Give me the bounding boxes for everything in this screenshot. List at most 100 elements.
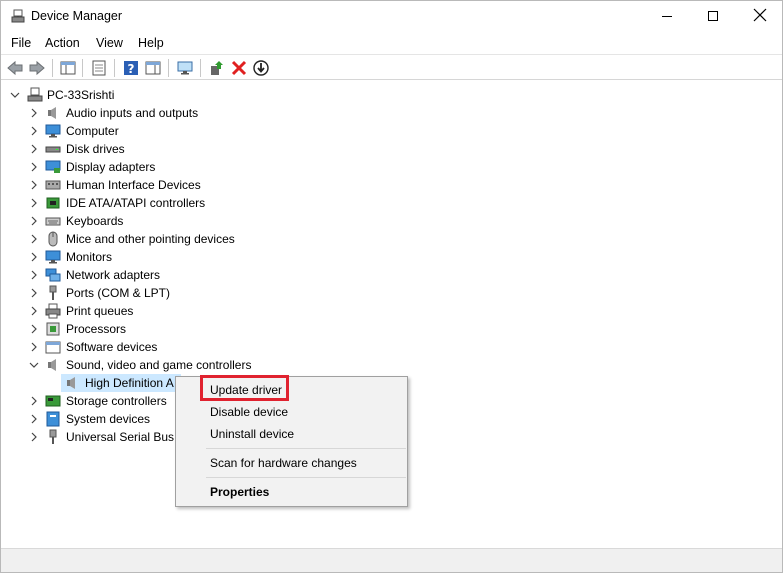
chevron-right-icon[interactable] [29, 180, 39, 190]
properties-icon[interactable] [90, 59, 108, 77]
monitor-scan-icon[interactable] [176, 59, 194, 77]
category-label: Processors [66, 322, 127, 336]
chevron-right-icon[interactable] [29, 324, 39, 334]
menu-item-label: Disable device [210, 405, 289, 419]
tree-category[interactable]: Display adapters [1, 158, 401, 176]
menu-item-scan-hardware[interactable]: Scan for hardware changes [176, 452, 407, 474]
chevron-right-icon[interactable] [29, 342, 39, 352]
tree-category-expanded[interactable]: Sound, video and game controllers [1, 356, 401, 374]
chevron-right-icon[interactable] [29, 198, 39, 208]
category-label: Ports (COM & LPT) [66, 286, 171, 300]
menu-item-properties[interactable]: Properties [176, 481, 407, 503]
chevron-right-icon[interactable] [29, 234, 39, 244]
minimize-icon [662, 16, 672, 17]
tree-category[interactable]: Network adapters [1, 266, 401, 284]
chevron-right-icon[interactable] [29, 396, 39, 406]
menu-action[interactable]: Action [45, 36, 80, 50]
update-driver-icon[interactable] [208, 59, 226, 77]
menu-view[interactable]: View [96, 36, 123, 50]
device-manager-window: Device Manager File Action View Help ? P… [0, 0, 783, 573]
back-arrow-icon[interactable] [6, 59, 24, 77]
tree-root[interactable]: PC-33Srishti [1, 86, 401, 104]
forward-arrow-icon[interactable] [28, 59, 46, 77]
processor-icon [46, 322, 60, 336]
tree-category[interactable]: Processors [1, 320, 401, 338]
system-device-icon [46, 411, 60, 427]
disable-device-icon[interactable] [252, 59, 270, 77]
monitor-icon [45, 250, 61, 264]
category-label: Print queues [66, 304, 134, 318]
menu-item-label: Properties [210, 485, 270, 499]
toolbar-separator [200, 59, 201, 77]
category-label: Disk drives [66, 142, 125, 156]
chevron-right-icon[interactable] [29, 306, 39, 316]
chevron-down-icon[interactable] [29, 360, 39, 370]
toolbar: ? [1, 54, 782, 80]
speaker-icon [67, 377, 75, 389]
maximize-icon [708, 11, 718, 21]
device-manager-icon [11, 9, 25, 23]
menu-separator [206, 448, 406, 449]
chevron-right-icon[interactable] [29, 126, 39, 136]
toolbar-separator [168, 59, 169, 77]
help-icon[interactable]: ? [122, 59, 140, 77]
tree-category[interactable]: Keyboards [1, 212, 401, 230]
toolbar-separator [114, 59, 115, 77]
minimize-button[interactable] [644, 1, 690, 31]
category-label: Monitors [66, 250, 113, 264]
tree-category[interactable]: Computer [1, 122, 401, 140]
speaker-icon [48, 359, 56, 371]
speaker-icon [48, 107, 56, 119]
ide-controller-icon [46, 197, 60, 209]
mouse-icon [48, 231, 58, 247]
category-label: Computer [66, 124, 119, 138]
menu-item-label: Uninstall device [210, 427, 295, 441]
tree-category[interactable]: Mice and other pointing devices [1, 230, 401, 248]
close-button[interactable] [736, 1, 782, 31]
uninstall-device-icon[interactable] [230, 59, 248, 77]
title-bar: Device Manager [1, 1, 782, 31]
computer-root-icon [27, 87, 43, 102]
hid-icon [45, 180, 61, 190]
device-label: High Definition A [85, 376, 174, 390]
chevron-right-icon[interactable] [29, 144, 39, 154]
chevron-down-icon[interactable] [10, 90, 20, 100]
action-pane-icon[interactable] [144, 59, 162, 77]
display-adapter-icon [45, 160, 61, 173]
keyboard-icon [45, 217, 61, 226]
category-label: Human Interface Devices [66, 178, 201, 192]
menu-file[interactable]: File [11, 36, 31, 50]
category-label: IDE ATA/ATAPI controllers [66, 196, 206, 210]
chevron-right-icon[interactable] [29, 162, 39, 172]
chevron-right-icon[interactable] [29, 252, 39, 262]
tree-category[interactable]: Software devices [1, 338, 401, 356]
menu-item-disable-device[interactable]: Disable device [176, 401, 407, 423]
maximize-button[interactable] [690, 1, 736, 31]
chevron-right-icon[interactable] [29, 270, 39, 280]
chevron-right-icon[interactable] [29, 414, 39, 424]
menu-item-uninstall-device[interactable]: Uninstall device [176, 423, 407, 445]
show-hide-console-tree-icon[interactable] [59, 59, 77, 77]
tree-category[interactable]: Monitors [1, 248, 401, 266]
category-label: Storage controllers [66, 394, 167, 408]
category-label: Sound, video and game controllers [66, 358, 252, 372]
chevron-right-icon[interactable] [29, 432, 39, 442]
chevron-right-icon[interactable] [29, 216, 39, 226]
chevron-right-icon[interactable] [29, 108, 39, 118]
menu-item-label: Scan for hardware changes [210, 456, 357, 470]
category-label: Display adapters [66, 160, 156, 174]
tree-category[interactable]: Print queues [1, 302, 401, 320]
tree-category[interactable]: Human Interface Devices [1, 176, 401, 194]
toolbar-separator [52, 59, 53, 77]
menu-help[interactable]: Help [138, 36, 164, 50]
annotation-highlight-box [200, 375, 289, 401]
category-label: Software devices [66, 340, 158, 354]
close-icon [753, 8, 767, 22]
network-adapter-icon [45, 268, 61, 282]
disk-drive-icon [45, 146, 61, 153]
tree-category[interactable]: Disk drives [1, 140, 401, 158]
tree-category[interactable]: IDE ATA/ATAPI controllers [1, 194, 401, 212]
tree-category[interactable]: Ports (COM & LPT) [1, 284, 401, 302]
chevron-right-icon[interactable] [29, 288, 39, 298]
tree-category[interactable]: Audio inputs and outputs [1, 104, 401, 122]
